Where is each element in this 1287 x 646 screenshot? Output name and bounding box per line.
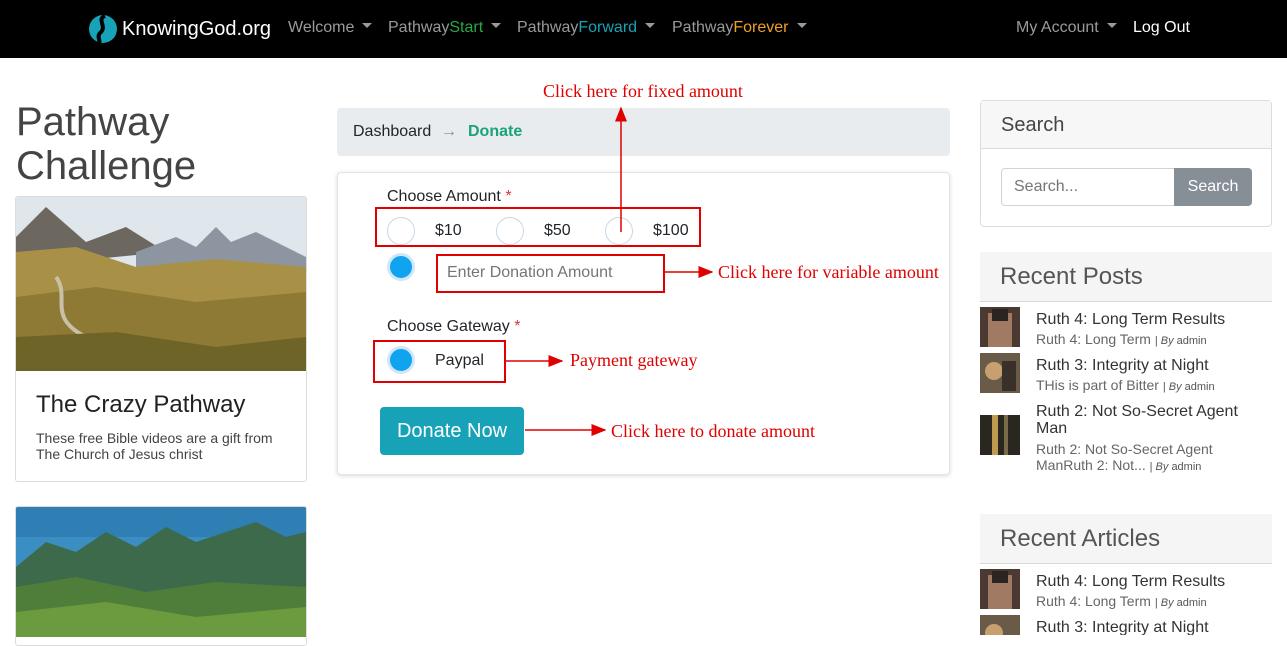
caret-down-icon bbox=[491, 23, 502, 29]
variable-amount-note: Click here for variable amount bbox=[718, 262, 939, 282]
gateway-highlight bbox=[373, 340, 506, 383]
nav-pathway-forward[interactable]: PathwayForward bbox=[517, 19, 656, 37]
post-byline: | By admin bbox=[1162, 381, 1215, 393]
nav-logout[interactable]: Log Out bbox=[1133, 19, 1190, 37]
post-title[interactable]: Ruth 2: Not So-Secret Agent Man bbox=[1036, 403, 1266, 437]
page-title: Pathway Challenge bbox=[16, 100, 197, 188]
post-thumbnail-image bbox=[980, 353, 1020, 393]
nav-label-accent: Forward bbox=[578, 19, 638, 36]
choose-gateway-text: Choose Gateway bbox=[387, 318, 510, 335]
pathway-card-2[interactable] bbox=[15, 506, 307, 646]
article-thumbnail-image bbox=[980, 569, 1020, 609]
brand-text: KnowingGod.org bbox=[122, 17, 271, 40]
recent-post-item[interactable]: Ruth 3: Integrity at Night THis is part … bbox=[980, 353, 1272, 393]
card-text: These free Bible videos are a gift from … bbox=[36, 430, 273, 462]
article-author: admin bbox=[1176, 597, 1207, 609]
post-author: admin bbox=[1171, 461, 1202, 473]
custom-amount-radio[interactable] bbox=[387, 253, 415, 281]
search-widget-title: Search bbox=[981, 101, 1271, 149]
required-mark: * bbox=[514, 318, 521, 335]
pathway-card[interactable]: The Crazy Pathway These free Bible video… bbox=[15, 196, 307, 482]
nav-my-account[interactable]: My Account bbox=[1016, 19, 1117, 37]
post-excerpt: Ruth 4: Long Term | By admin bbox=[1036, 331, 1266, 349]
caret-down-icon bbox=[362, 23, 373, 29]
valley-landscape-image bbox=[16, 507, 306, 637]
caret-down-icon bbox=[1106, 23, 1117, 29]
recent-article-item[interactable]: Ruth 4: Long Term Results Ruth 4: Long T… bbox=[980, 569, 1272, 609]
recent-article-item[interactable]: Ruth 3: Integrity at Night bbox=[980, 615, 1272, 635]
caret-down-icon bbox=[645, 23, 656, 29]
post-by-label: By bbox=[1155, 461, 1169, 473]
nav-label-accent: Forever bbox=[733, 19, 789, 36]
breadcrumb-current: Donate bbox=[468, 123, 523, 140]
nav-label-plain: Pathway bbox=[388, 19, 450, 36]
nav-pathway-forever[interactable]: PathwayForever bbox=[672, 19, 807, 37]
post-by-label: By bbox=[1160, 335, 1174, 347]
post-excerpt-text: Ruth 4: Long Term bbox=[1036, 331, 1151, 347]
post-title[interactable]: Ruth 3: Integrity at Night bbox=[1036, 357, 1266, 374]
post-thumbnail-image bbox=[980, 415, 1020, 455]
card-title: The Crazy Pathway bbox=[36, 391, 246, 418]
post-author: admin bbox=[1184, 381, 1215, 393]
nav-pathway-start[interactable]: PathwayStart bbox=[388, 19, 502, 37]
article-by-label: By bbox=[1160, 597, 1174, 609]
donate-note: Click here to donate amount bbox=[611, 421, 815, 441]
post-byline: | By admin bbox=[1154, 335, 1207, 347]
nav-label-plain: Pathway bbox=[517, 19, 579, 36]
top-navbar: KnowingGod.org Welcome PathwayStart Path… bbox=[0, 0, 1287, 58]
variable-amount-highlight bbox=[436, 254, 665, 293]
article-thumbnail-image bbox=[980, 615, 1020, 635]
nav-welcome[interactable]: Welcome bbox=[288, 19, 373, 37]
mountain-landscape-image bbox=[16, 197, 306, 371]
gateway-note: Payment gateway bbox=[570, 350, 698, 370]
brand-link[interactable]: KnowingGod.org bbox=[88, 13, 271, 45]
donate-now-button[interactable]: Donate Now bbox=[380, 407, 524, 455]
nav-my-account-label: My Account bbox=[1016, 19, 1099, 36]
post-by-label: By bbox=[1168, 381, 1182, 393]
recent-post-item[interactable]: Ruth 4: Long Term Results Ruth 4: Long T… bbox=[980, 307, 1272, 347]
nav-label-accent: Start bbox=[449, 19, 484, 36]
article-excerpt-text: Ruth 4: Long Term bbox=[1036, 593, 1151, 609]
article-byline: | By admin bbox=[1154, 597, 1207, 609]
search-input[interactable] bbox=[1001, 168, 1175, 206]
choose-amount-text: Choose Amount bbox=[387, 188, 501, 205]
breadcrumb: Dashboard → Donate bbox=[337, 108, 950, 156]
breadcrumb-dashboard-link[interactable]: Dashboard bbox=[353, 123, 431, 141]
required-mark: * bbox=[505, 188, 512, 205]
recent-post-item[interactable]: Ruth 2: Not So-Secret Agent Man Ruth 2: … bbox=[980, 399, 1272, 473]
post-byline: | By admin bbox=[1149, 461, 1202, 473]
fixed-amount-highlight bbox=[375, 207, 701, 247]
post-author: admin bbox=[1176, 335, 1207, 347]
knowinggod-logo-icon bbox=[89, 14, 117, 45]
breadcrumb-arrow-icon: → bbox=[441, 123, 457, 140]
post-excerpt: THis is part of Bitter | By admin bbox=[1036, 377, 1266, 395]
search-button[interactable]: Search bbox=[1174, 168, 1252, 206]
post-thumbnail-image bbox=[980, 307, 1020, 347]
nav-welcome-label: Welcome bbox=[288, 19, 355, 36]
post-title[interactable]: Ruth 4: Long Term Results bbox=[1036, 311, 1266, 328]
article-title[interactable]: Ruth 4: Long Term Results bbox=[1036, 573, 1266, 590]
post-excerpt-text: THis is part of Bitter bbox=[1036, 377, 1159, 393]
recent-posts-title: Recent Posts bbox=[980, 252, 1272, 302]
recent-articles-title: Recent Articles bbox=[980, 514, 1272, 564]
choose-amount-label: Choose Amount * bbox=[387, 188, 512, 206]
article-excerpt: Ruth 4: Long Term | By admin bbox=[1036, 593, 1266, 611]
caret-down-icon bbox=[796, 23, 807, 29]
fixed-amount-note: Click here for fixed amount bbox=[543, 81, 743, 101]
nav-label-plain: Pathway bbox=[672, 19, 734, 36]
search-widget: Search Search bbox=[980, 100, 1272, 227]
article-title[interactable]: Ruth 3: Integrity at Night bbox=[1036, 619, 1266, 635]
post-excerpt: Ruth 2: Not So-Secret Agent ManRuth 2: N… bbox=[1036, 441, 1266, 475]
choose-gateway-label: Choose Gateway * bbox=[387, 318, 520, 336]
